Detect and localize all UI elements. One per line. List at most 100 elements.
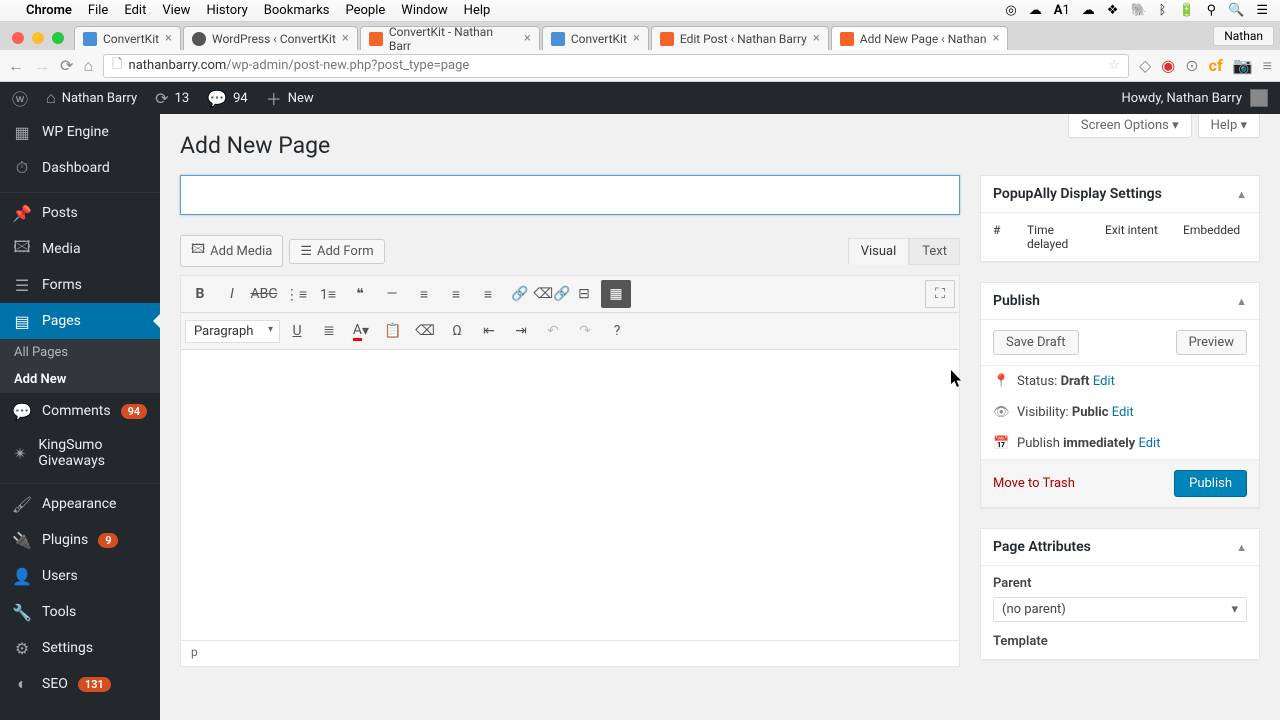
spotlight-icon[interactable]: 🔍: [1228, 3, 1244, 18]
close-tab-icon[interactable]: ×: [633, 31, 640, 46]
battery-icon[interactable]: 🔋: [1178, 3, 1194, 18]
sidebar-item-tools[interactable]: 🔧Tools: [0, 594, 160, 630]
italic-button[interactable]: I: [217, 280, 247, 308]
status-icon[interactable]: A1: [1054, 3, 1070, 18]
sidebar-item-posts[interactable]: 📌Posts: [0, 195, 160, 231]
toolbar-toggle-button[interactable]: ▦: [601, 280, 631, 308]
close-tab-icon[interactable]: ×: [342, 31, 349, 46]
menu-help[interactable]: Help: [464, 3, 491, 18]
link-button[interactable]: 🔗: [505, 280, 535, 308]
close-tab-icon[interactable]: ×: [165, 31, 172, 46]
close-tab-icon[interactable]: ×: [993, 31, 1000, 46]
menu-file[interactable]: File: [88, 3, 108, 18]
paste-button[interactable]: 📋: [378, 317, 408, 345]
browser-tab[interactable]: WordPress ‹ ConvertKit×: [183, 26, 358, 50]
textcolor-button[interactable]: A▾: [346, 317, 376, 345]
sidebar-item-plugins[interactable]: 🔌Plugins9: [0, 522, 160, 558]
screen-options-button[interactable]: Screen Options ▾: [1068, 114, 1192, 138]
indent-button[interactable]: ⇥: [506, 317, 536, 345]
chrome-menu-icon[interactable]: ≡: [1263, 56, 1272, 76]
browser-tab[interactable]: Edit Post ‹ Nathan Barry×: [651, 26, 829, 50]
edit-schedule-link[interactable]: Edit: [1138, 436, 1160, 451]
preview-button[interactable]: Preview: [1176, 330, 1247, 355]
trash-link[interactable]: Move to Trash: [993, 476, 1075, 491]
tab-visual[interactable]: Visual: [848, 238, 910, 265]
sidebar-item-settings[interactable]: ⚙Settings: [0, 630, 160, 666]
browser-tab-active[interactable]: Add New Page ‹ Nathan×: [831, 26, 1009, 50]
ext-icon[interactable]: 📷: [1233, 56, 1253, 75]
maximize-window-icon[interactable]: [52, 32, 64, 44]
tab-text[interactable]: Text: [909, 238, 960, 265]
edit-visibility-link[interactable]: Edit: [1112, 405, 1134, 420]
add-media-button[interactable]: 🖾Add Media: [180, 235, 283, 267]
toggle-icon[interactable]: ▲: [1236, 295, 1247, 308]
help-icon[interactable]: ?: [602, 317, 632, 345]
status-icon[interactable]: ☁: [1029, 3, 1042, 18]
close-tab-icon[interactable]: ×: [813, 31, 820, 46]
site-link[interactable]: ⌂Nathan Barry: [46, 88, 137, 108]
undo-button[interactable]: ↶: [538, 317, 568, 345]
align-center-button[interactable]: ≡: [441, 280, 471, 308]
ext-icon[interactable]: ◉: [1161, 56, 1175, 75]
redo-button[interactable]: ↷: [570, 317, 600, 345]
back-button[interactable]: ←: [8, 56, 24, 76]
sidebar-item-appearance[interactable]: 🖌Appearance: [0, 486, 160, 522]
browser-tab[interactable]: ConvertKit×: [74, 26, 181, 50]
minimize-window-icon[interactable]: [32, 32, 44, 44]
edit-status-link[interactable]: Edit: [1093, 374, 1115, 389]
sidebar-item-media[interactable]: 🖾Media: [0, 231, 160, 267]
blockquote-button[interactable]: ❝: [345, 280, 375, 308]
strike-button[interactable]: ABC: [249, 280, 279, 308]
sidebar-item-users[interactable]: 👤Users: [0, 558, 160, 594]
clear-format-button[interactable]: ⌫: [410, 317, 440, 345]
align-left-button[interactable]: ≡: [409, 280, 439, 308]
add-form-button[interactable]: ☰Add Form: [289, 239, 384, 264]
menu-icon[interactable]: ☰: [1256, 3, 1268, 18]
sidebar-item-comments[interactable]: 💬Comments94: [0, 393, 160, 429]
sidebar-item-dashboard[interactable]: ⏱Dashboard: [0, 150, 160, 186]
forward-button[interactable]: →: [34, 56, 50, 76]
align-right-button[interactable]: ≡: [473, 280, 503, 308]
star-icon[interactable]: ☆: [1108, 58, 1120, 73]
status-icon[interactable]: 🐘: [1130, 3, 1146, 18]
menu-history[interactable]: History: [206, 3, 247, 18]
parent-select[interactable]: (no parent): [993, 597, 1247, 622]
sidebar-item-forms[interactable]: ☰Forms: [0, 267, 160, 303]
howdy-text[interactable]: Howdy, Nathan Barry: [1121, 91, 1242, 106]
justify-button[interactable]: ≣: [314, 317, 344, 345]
underline-button[interactable]: U: [282, 317, 312, 345]
menu-edit[interactable]: Edit: [124, 3, 146, 18]
toggle-icon[interactable]: ▲: [1236, 541, 1247, 554]
publish-button[interactable]: Publish: [1174, 470, 1247, 497]
comments-link[interactable]: 💬94: [207, 89, 248, 108]
post-title-input[interactable]: [180, 175, 960, 215]
wp-logo-icon[interactable]: ⓦ: [12, 86, 28, 110]
help-button[interactable]: Help ▾: [1198, 114, 1260, 138]
menu-view[interactable]: View: [162, 3, 190, 18]
unlink-button[interactable]: ⌫🔗: [537, 280, 567, 308]
format-select[interactable]: Paragraph: [185, 320, 280, 343]
hr-button[interactable]: —: [377, 280, 407, 308]
sidebar-item-seo[interactable]: ◐SEO131: [0, 666, 160, 702]
fullscreen-button[interactable]: ⛶: [925, 280, 955, 308]
home-button[interactable]: ⌂: [83, 56, 93, 76]
ext-icon[interactable]: cf: [1209, 56, 1223, 75]
outdent-button[interactable]: ⇤: [474, 317, 504, 345]
bullet-list-button[interactable]: ⋮≡: [281, 280, 311, 308]
browser-tab[interactable]: ConvertKit - Nathan Barr×: [360, 26, 540, 50]
more-button[interactable]: ⊟: [569, 280, 599, 308]
ext-icon[interactable]: ⊙: [1185, 56, 1198, 75]
reload-button[interactable]: ⟳: [60, 56, 73, 75]
numbered-list-button[interactable]: 1≡: [313, 280, 343, 308]
toggle-icon[interactable]: ▲: [1236, 188, 1247, 201]
status-icon[interactable]: ☁: [1082, 3, 1095, 18]
url-input[interactable]: 🗋 nathanbarry.com/wp-admin/post-new.php?…: [103, 54, 1129, 78]
new-link[interactable]: ＋New: [266, 86, 314, 110]
menu-people[interactable]: People: [346, 3, 386, 18]
save-draft-button[interactable]: Save Draft: [993, 330, 1079, 355]
bold-button[interactable]: B: [185, 280, 215, 308]
avatar[interactable]: [1250, 89, 1268, 107]
sidebar-item-pages[interactable]: ▤Pages: [0, 303, 160, 339]
app-name[interactable]: Chrome: [26, 3, 72, 18]
submenu-add-new[interactable]: Add New: [0, 366, 160, 393]
